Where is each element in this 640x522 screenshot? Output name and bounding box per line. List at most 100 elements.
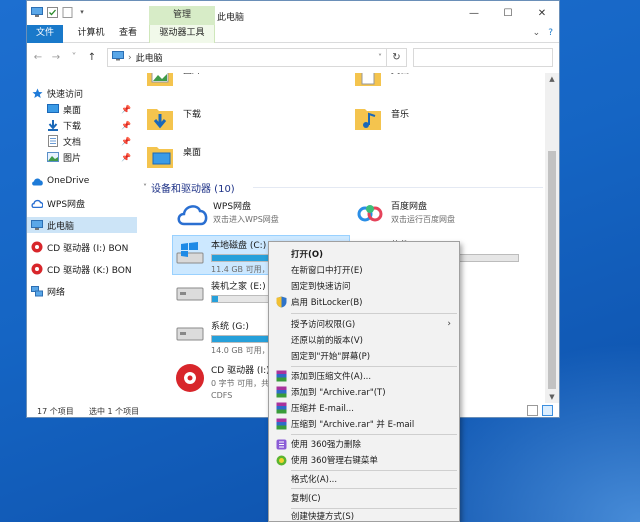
computer-icon bbox=[112, 51, 124, 64]
menu-separator bbox=[291, 366, 457, 367]
pin-icon[interactable]: 📌 bbox=[121, 105, 131, 114]
menu-item-add-archive-rar[interactable]: 添加到 "Archive.rar"(T) bbox=[269, 384, 459, 400]
large-icons-view-icon[interactable] bbox=[542, 405, 553, 416]
windows-drive-icon bbox=[173, 236, 207, 270]
tab-file[interactable]: 文件 bbox=[27, 25, 63, 43]
menu-item-restore-versions[interactable]: 还原以前的版本(V) bbox=[269, 332, 459, 348]
wps-cloud-icon bbox=[175, 197, 209, 231]
details-view-icon[interactable] bbox=[527, 405, 538, 416]
menu-item-open-new-window[interactable]: 在新窗口中打开(E) bbox=[269, 262, 459, 278]
hdd-icon bbox=[173, 277, 207, 311]
music-folder-icon bbox=[355, 109, 381, 130]
menu-separator bbox=[291, 488, 457, 489]
sidebar-item-cd-drive-i[interactable]: CD 驱动器 (I:) BON bbox=[31, 239, 141, 255]
sidebar-item-onedrive[interactable]: OneDrive bbox=[31, 173, 141, 189]
menu-item-copy[interactable]: 复制(C) bbox=[269, 490, 459, 506]
drive-baidu-cloud[interactable]: 百度网盘 双击运行百度网盘 bbox=[353, 197, 455, 231]
desktop-icon bbox=[47, 103, 59, 115]
tab-view[interactable]: 查看 bbox=[115, 25, 141, 43]
computer-icon bbox=[31, 6, 43, 18]
winrar-icon bbox=[275, 418, 287, 430]
wps-cloud-icon bbox=[31, 197, 43, 209]
menu-item-compress-rar-email[interactable]: 压缩到 "Archive.rar" 并 E-mail bbox=[269, 416, 459, 432]
customize-toolbar-icon[interactable]: ▾ bbox=[76, 6, 88, 18]
computer-icon bbox=[31, 219, 43, 231]
context-menu: 打开(O) 在新窗口中打开(E) 固定到快速访问 启用 BitLocker(B)… bbox=[268, 241, 460, 522]
documents-folder-icon bbox=[355, 73, 381, 86]
quick-access-toolbar: ▾ bbox=[31, 6, 88, 18]
tab-computer[interactable]: 计算机 bbox=[71, 25, 111, 43]
sidebar-item-wps-cloud[interactable]: WPS网盘 bbox=[31, 195, 141, 211]
properties-icon[interactable] bbox=[46, 6, 58, 18]
recent-locations-button[interactable]: ˅ bbox=[69, 52, 79, 63]
menu-item-bitlocker[interactable]: 启用 BitLocker(B) bbox=[269, 294, 459, 310]
chevron-down-icon: ˅ bbox=[143, 183, 147, 192]
menu-item-format[interactable]: 格式化(A)... bbox=[269, 471, 459, 487]
sidebar-item-network[interactable]: 网络 bbox=[31, 283, 141, 299]
sidebar-item-cd-drive-k[interactable]: CD 驱动器 (K:) BON bbox=[31, 261, 141, 277]
refresh-button[interactable]: ↻ bbox=[387, 48, 407, 67]
close-button[interactable]: ✕ bbox=[525, 1, 559, 25]
folder-documents[interactable]: 文档 bbox=[353, 73, 409, 89]
ribbon-tabs: 文件 计算机 查看 驱动器工具 ⌄ ? bbox=[27, 25, 559, 43]
winrar-icon bbox=[275, 386, 287, 398]
menu-item-pin-quick-access[interactable]: 固定到快速访问 bbox=[269, 278, 459, 294]
forward-button[interactable]: → bbox=[51, 52, 61, 63]
search-input[interactable] bbox=[413, 48, 553, 67]
up-button[interactable]: ↑ bbox=[87, 52, 97, 63]
tab-drive-tools[interactable]: 驱动器工具 bbox=[149, 25, 215, 43]
sidebar-item-this-pc[interactable]: 此电脑 bbox=[27, 217, 137, 233]
menu-item-360-context-manager[interactable]: 使用 360管理右键菜单 bbox=[269, 452, 459, 468]
menu-item-grant-access[interactable]: 授予访问权限(G) › bbox=[269, 316, 459, 332]
chevron-down-icon[interactable]: ˅ bbox=[378, 53, 382, 62]
picture-icon bbox=[47, 151, 59, 163]
pin-icon[interactable]: 📌 bbox=[121, 121, 131, 130]
shredder-icon bbox=[275, 438, 287, 450]
back-button[interactable]: ← bbox=[33, 52, 43, 63]
navigation-pane: 快速访问 桌面 📌 下载 📌 文档 📌 图片 📌 OneDrive WPS网盘 … bbox=[27, 73, 137, 403]
menu-item-compress-email[interactable]: 压缩并 E-mail... bbox=[269, 400, 459, 416]
baidu-cloud-icon bbox=[353, 197, 387, 231]
group-divider bbox=[253, 187, 543, 188]
sidebar-item-desktop[interactable]: 桌面 📌 bbox=[27, 101, 137, 117]
path-separator-icon: › bbox=[128, 52, 132, 63]
item-count: 17 个项目 bbox=[37, 407, 74, 416]
sidebar-item-downloads[interactable]: 下载 📌 bbox=[27, 117, 137, 133]
expand-ribbon-icon[interactable]: ⌄ bbox=[533, 28, 541, 38]
network-icon bbox=[31, 285, 43, 297]
scroll-up-icon[interactable]: ▲ bbox=[545, 73, 559, 85]
menu-item-360-delete[interactable]: 使用 360强力删除 bbox=[269, 436, 459, 452]
minimize-button[interactable]: — bbox=[457, 1, 491, 25]
folder-downloads[interactable]: 下载 bbox=[145, 103, 201, 133]
address-input[interactable]: › 此电脑 ˅ bbox=[107, 48, 387, 67]
address-path[interactable]: 此电脑 bbox=[136, 51, 163, 64]
scroll-down-icon[interactable]: ▼ bbox=[545, 391, 559, 403]
menu-item-add-archive[interactable]: 添加到压缩文件(A)... bbox=[269, 368, 459, 384]
maximize-button[interactable]: ☐ bbox=[491, 1, 525, 25]
menu-item-create-shortcut[interactable]: 创建快捷方式(S) bbox=[269, 508, 459, 522]
folder-music[interactable]: 音乐 bbox=[353, 103, 409, 133]
download-icon bbox=[47, 119, 59, 131]
menu-item-pin-start[interactable]: 固定到"开始"屏幕(P) bbox=[269, 348, 459, 364]
sidebar-item-quick-access[interactable]: 快速访问 bbox=[31, 85, 141, 101]
address-bar-row: ← → ˅ ↑ › 此电脑 ˅ ↻ bbox=[27, 43, 559, 73]
selected-count: 选中 1 个项目 bbox=[89, 407, 140, 416]
sidebar-item-pictures[interactable]: 图片 📌 bbox=[27, 149, 137, 165]
scrollbar-thumb[interactable] bbox=[548, 151, 556, 389]
folder-desktop[interactable]: 桌面 bbox=[145, 141, 201, 171]
new-folder-icon[interactable] bbox=[61, 6, 73, 18]
menu-separator bbox=[291, 313, 457, 314]
sidebar-item-documents[interactable]: 文档 📌 bbox=[27, 133, 137, 149]
menu-item-open[interactable]: 打开(O) bbox=[269, 246, 459, 262]
drive-wps-cloud[interactable]: WPS网盘 双击进入WPS网盘 bbox=[175, 197, 279, 231]
folder-pictures[interactable]: 图片 bbox=[145, 73, 201, 89]
pin-icon[interactable]: 📌 bbox=[121, 153, 131, 162]
shield-icon bbox=[275, 296, 287, 308]
chevron-right-icon: › bbox=[447, 319, 451, 329]
vertical-scrollbar[interactable]: ▲ ▼ bbox=[545, 73, 559, 403]
devices-group-header[interactable]: ˅ 设备和驱动器 (10) bbox=[143, 180, 235, 195]
360-icon bbox=[275, 454, 287, 466]
downloads-folder-icon bbox=[147, 109, 173, 130]
pin-icon[interactable]: 📌 bbox=[121, 137, 131, 146]
help-icon[interactable]: ? bbox=[548, 28, 553, 38]
